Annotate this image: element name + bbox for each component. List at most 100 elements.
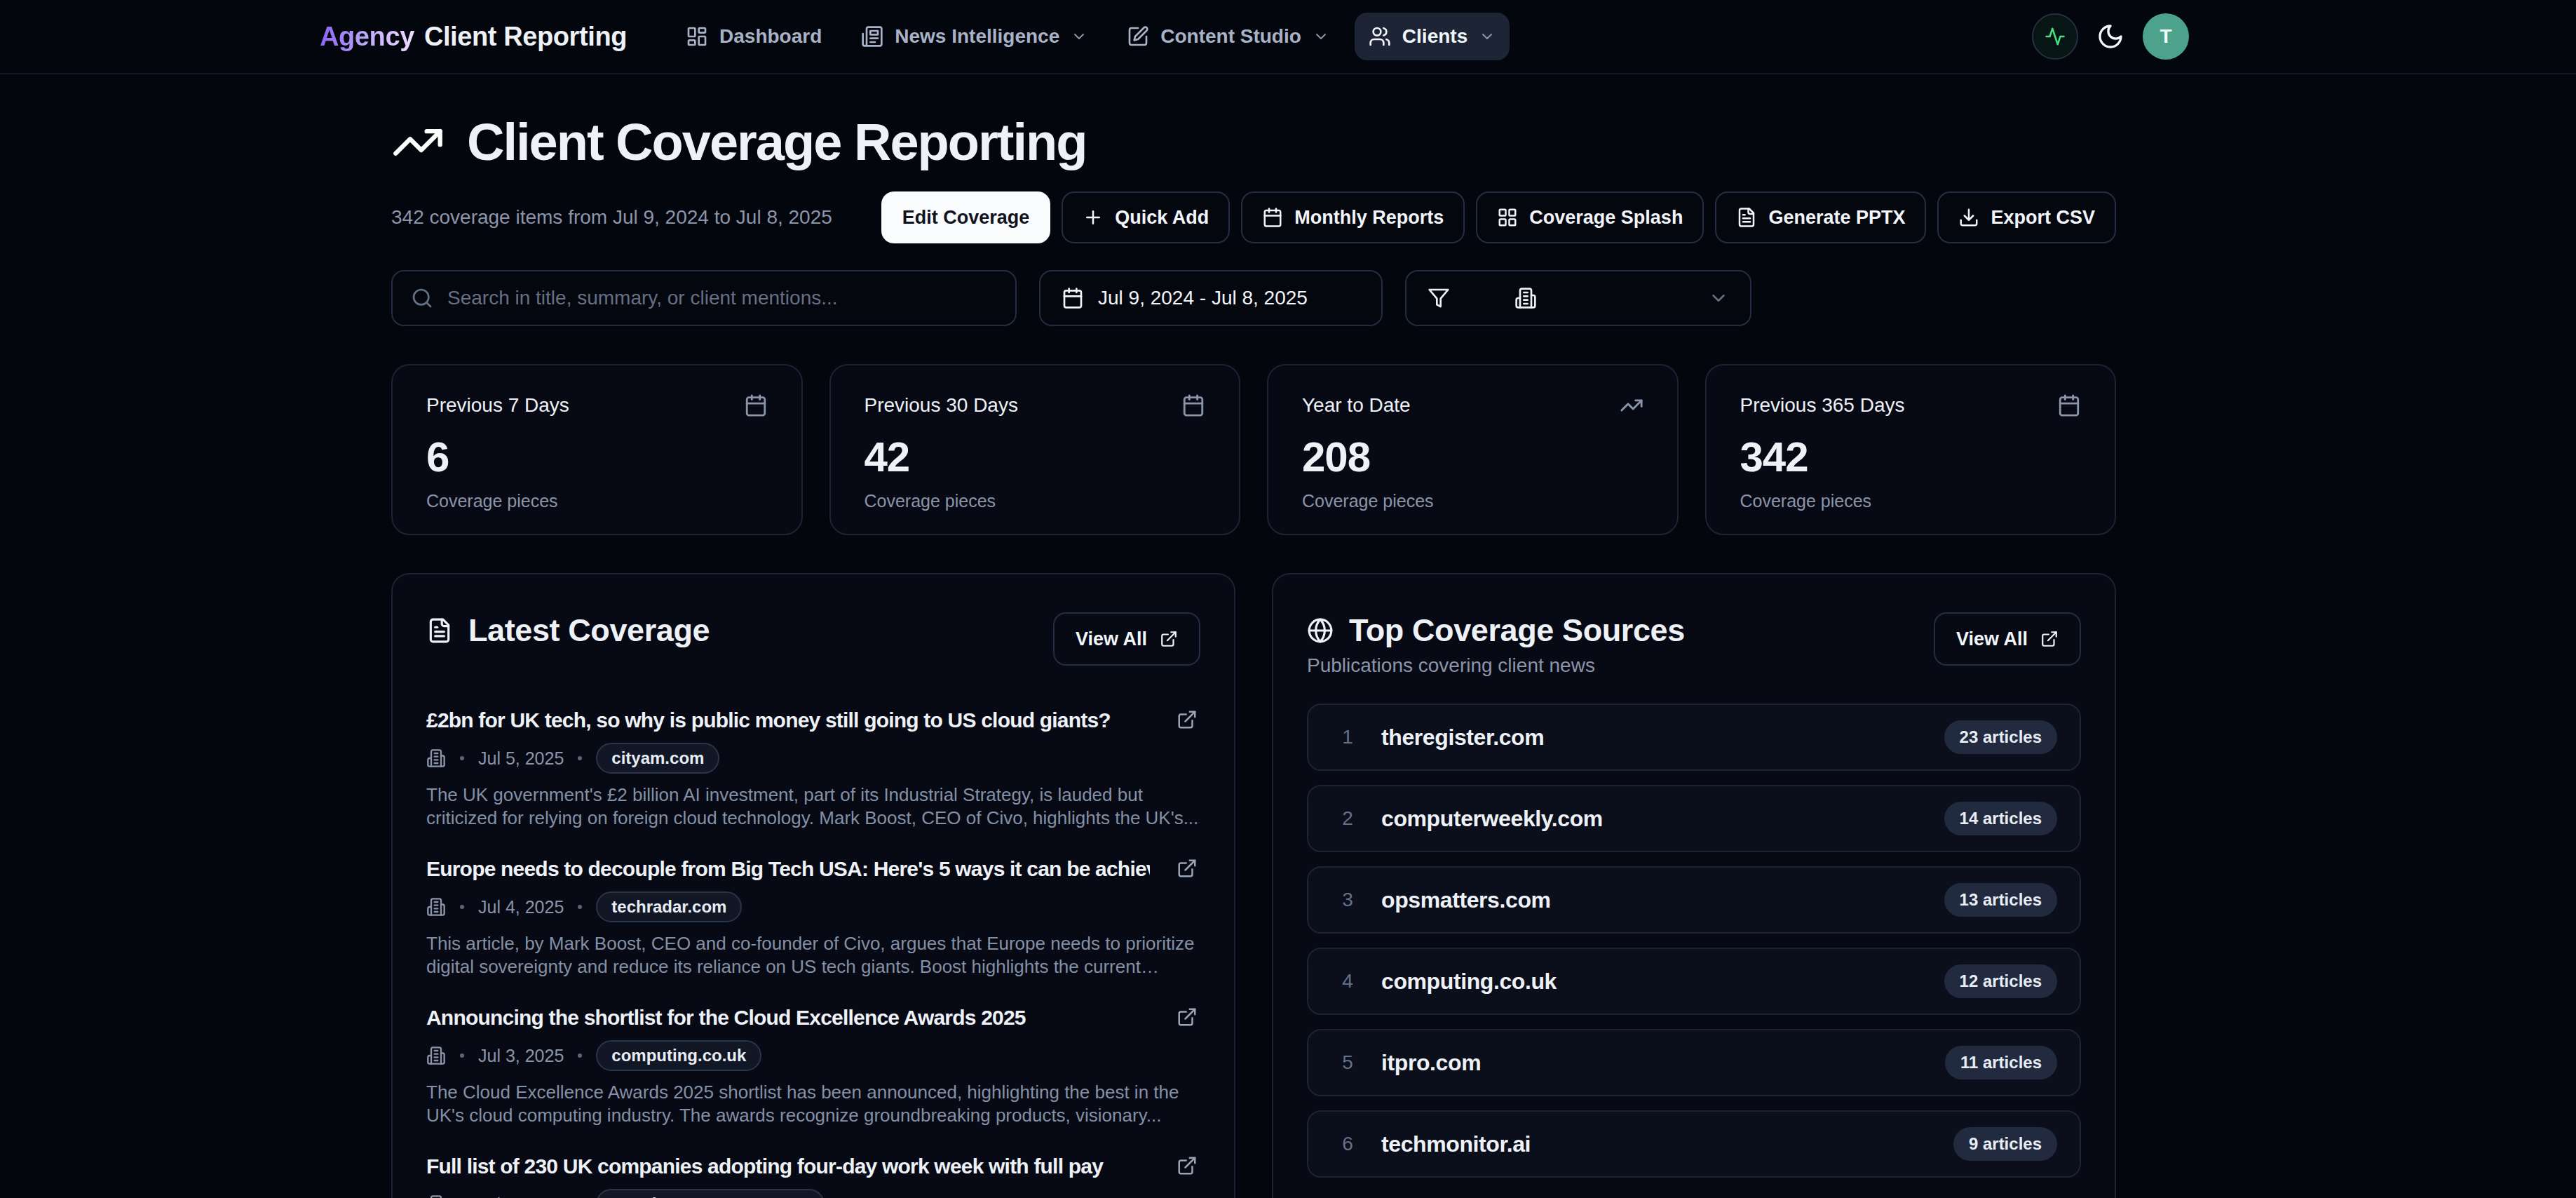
article-date: Jul 5, 2025 <box>478 748 564 769</box>
source-domain: computing.co.uk <box>1381 969 1557 995</box>
nav-item-clients[interactable]: Clients <box>1355 13 1510 60</box>
plus-icon <box>1083 207 1104 228</box>
export-csv-button[interactable]: Export CSV <box>1937 191 2116 243</box>
source-domain: itpro.com <box>1381 1050 1481 1076</box>
dot-separator <box>460 1054 464 1058</box>
brand-product: Client Reporting <box>424 22 627 52</box>
avatar[interactable]: T <box>2143 13 2189 60</box>
download-icon <box>1958 207 1979 228</box>
file-text-icon <box>1736 207 1757 228</box>
article-date: Jul 2, 2025 <box>478 1194 564 1198</box>
source-article-count-badge: 23 articles <box>1944 720 2057 754</box>
article-source-badge[interactable]: computing.co.uk <box>596 1040 761 1071</box>
building-icon <box>426 1194 446 1198</box>
main-content: Client Coverage Reporting 342 coverage i… <box>391 74 2116 1198</box>
calendar-icon <box>2057 393 2081 417</box>
panels-row: Latest Coverage View All £2bn for UK tec… <box>391 573 2116 1198</box>
external-link-icon[interactable] <box>1177 1007 1198 1028</box>
funnel-icon <box>1428 287 1450 309</box>
stat-caption: Coverage pieces <box>1302 491 1643 511</box>
layout-grid-icon <box>1497 207 1518 228</box>
nav-item-dashboard[interactable]: Dashboard <box>672 13 836 60</box>
article-summary: This article, by Mark Boost, CEO and co-… <box>426 932 1200 978</box>
filter-row: Jul 9, 2024 - Jul 8, 2025 <box>391 270 2116 326</box>
stat-card: Previous 365 Days 342 Coverage pieces <box>1705 364 2117 535</box>
nav-item-label: Content Studio <box>1160 25 1301 48</box>
search-input[interactable] <box>447 287 997 309</box>
button-label: Export CSV <box>1991 207 2095 229</box>
calendar-icon <box>1262 207 1283 228</box>
article-source-badge[interactable]: techradar.com <box>596 891 742 922</box>
stats-row: Previous 7 Days 6 Coverage pieces Previo… <box>391 364 2116 535</box>
source-row[interactable]: 4 computing.co.uk 12 articles <box>1307 948 2081 1015</box>
client-filter-select[interactable] <box>1405 270 1751 326</box>
article-source-badge[interactable]: cityam.com <box>596 743 719 774</box>
nav-item-news-intelligence[interactable]: News Intelligence <box>847 13 1101 60</box>
article-item[interactable]: Full list of 230 UK companies adopting f… <box>426 1152 1200 1198</box>
source-row[interactable]: 6 techmonitor.ai 9 articles <box>1307 1110 2081 1178</box>
source-row[interactable]: 3 opsmatters.com 13 articles <box>1307 866 2081 934</box>
stat-value: 6 <box>426 433 768 481</box>
latest-coverage-title-row: Latest Coverage <box>426 612 710 649</box>
sources-view-all-button[interactable]: View All <box>1934 612 2081 666</box>
source-article-count-badge: 13 articles <box>1944 883 2057 917</box>
top-sources-heading: Top Coverage Sources Publications coveri… <box>1307 612 1685 677</box>
article-source-badge[interactable]: peoplemanagement.com <box>596 1189 824 1198</box>
moon-icon[interactable] <box>2096 22 2124 51</box>
dot-separator <box>460 756 464 760</box>
article-date: Jul 3, 2025 <box>478 1046 564 1066</box>
latest-coverage-panel: Latest Coverage View All £2bn for UK tec… <box>391 573 1235 1198</box>
file-text-icon <box>426 617 453 644</box>
users-icon <box>1369 25 1391 48</box>
latest-view-all-button[interactable]: View All <box>1053 612 1200 666</box>
date-range-picker[interactable]: Jul 9, 2024 - Jul 8, 2025 <box>1039 270 1383 326</box>
article-item[interactable]: £2bn for UK tech, so why is public money… <box>426 706 1200 830</box>
stat-value: 42 <box>865 433 1206 481</box>
stat-card: Previous 30 Days 42 Coverage pieces <box>829 364 1241 535</box>
source-domain: computerweekly.com <box>1381 806 1603 832</box>
latest-coverage-title: Latest Coverage <box>468 612 710 649</box>
source-article-count-badge: 9 articles <box>1953 1127 2057 1161</box>
article-date: Jul 4, 2025 <box>478 897 564 917</box>
article-title: Europe needs to decouple from Big Tech U… <box>426 855 1150 883</box>
latest-coverage-header: Latest Coverage View All <box>426 612 1200 666</box>
stat-value: 208 <box>1302 433 1643 481</box>
article-item[interactable]: Europe needs to decouple from Big Tech U… <box>426 855 1200 978</box>
button-label: Generate PPTX <box>1768 207 1905 229</box>
stat-card: Year to Date 208 Coverage pieces <box>1267 364 1679 535</box>
quick-add-button[interactable]: Quick Add <box>1062 191 1230 243</box>
status-indicator[interactable] <box>2032 13 2078 60</box>
external-link-icon[interactable] <box>1177 709 1198 730</box>
dot-separator <box>578 1054 582 1058</box>
brand-logo[interactable]: Agency Client Reporting <box>320 22 627 52</box>
nav-item-content-studio[interactable]: Content Studio <box>1113 13 1343 60</box>
stat-caption: Coverage pieces <box>1740 491 2082 511</box>
article-title: Announcing the shortlist for the Cloud E… <box>426 1004 1150 1032</box>
square-pen-icon <box>1127 25 1149 48</box>
stat-label: Previous 30 Days <box>865 394 1018 417</box>
source-article-count-badge: 14 articles <box>1944 802 2057 835</box>
source-domain: techmonitor.ai <box>1381 1131 1531 1157</box>
top-sources-subtitle: Publications covering client news <box>1307 654 1685 677</box>
source-row[interactable]: 2 computerweekly.com 14 articles <box>1307 785 2081 852</box>
monthly-reports-button[interactable]: Monthly Reports <box>1241 191 1465 243</box>
article-item[interactable]: Announcing the shortlist for the Cloud E… <box>426 1004 1200 1127</box>
source-rank: 2 <box>1331 807 1364 830</box>
article-summary: The Cloud Excellence Awards 2025 shortli… <box>426 1081 1200 1127</box>
trending-up-icon <box>1620 393 1643 417</box>
source-list: 1 theregister.com 23 articles 2 computer… <box>1307 704 2081 1178</box>
globe-icon <box>1307 617 1334 644</box>
external-link-icon[interactable] <box>1177 1155 1198 1176</box>
source-row[interactable]: 1 theregister.com 23 articles <box>1307 704 2081 771</box>
source-rank: 1 <box>1331 726 1364 748</box>
button-label: Monthly Reports <box>1294 207 1444 229</box>
source-rank: 4 <box>1331 970 1364 992</box>
article-list: £2bn for UK tech, so why is public money… <box>426 706 1200 1198</box>
external-link-icon[interactable] <box>1177 858 1198 879</box>
button-label: Edit Coverage <box>902 207 1030 229</box>
dot-separator <box>460 905 464 909</box>
edit-coverage-button[interactable]: Edit Coverage <box>881 191 1051 243</box>
source-row[interactable]: 5 itpro.com 11 articles <box>1307 1029 2081 1096</box>
generate-pptx-button[interactable]: Generate PPTX <box>1715 191 1926 243</box>
coverage-splash-button[interactable]: Coverage Splash <box>1476 191 1704 243</box>
